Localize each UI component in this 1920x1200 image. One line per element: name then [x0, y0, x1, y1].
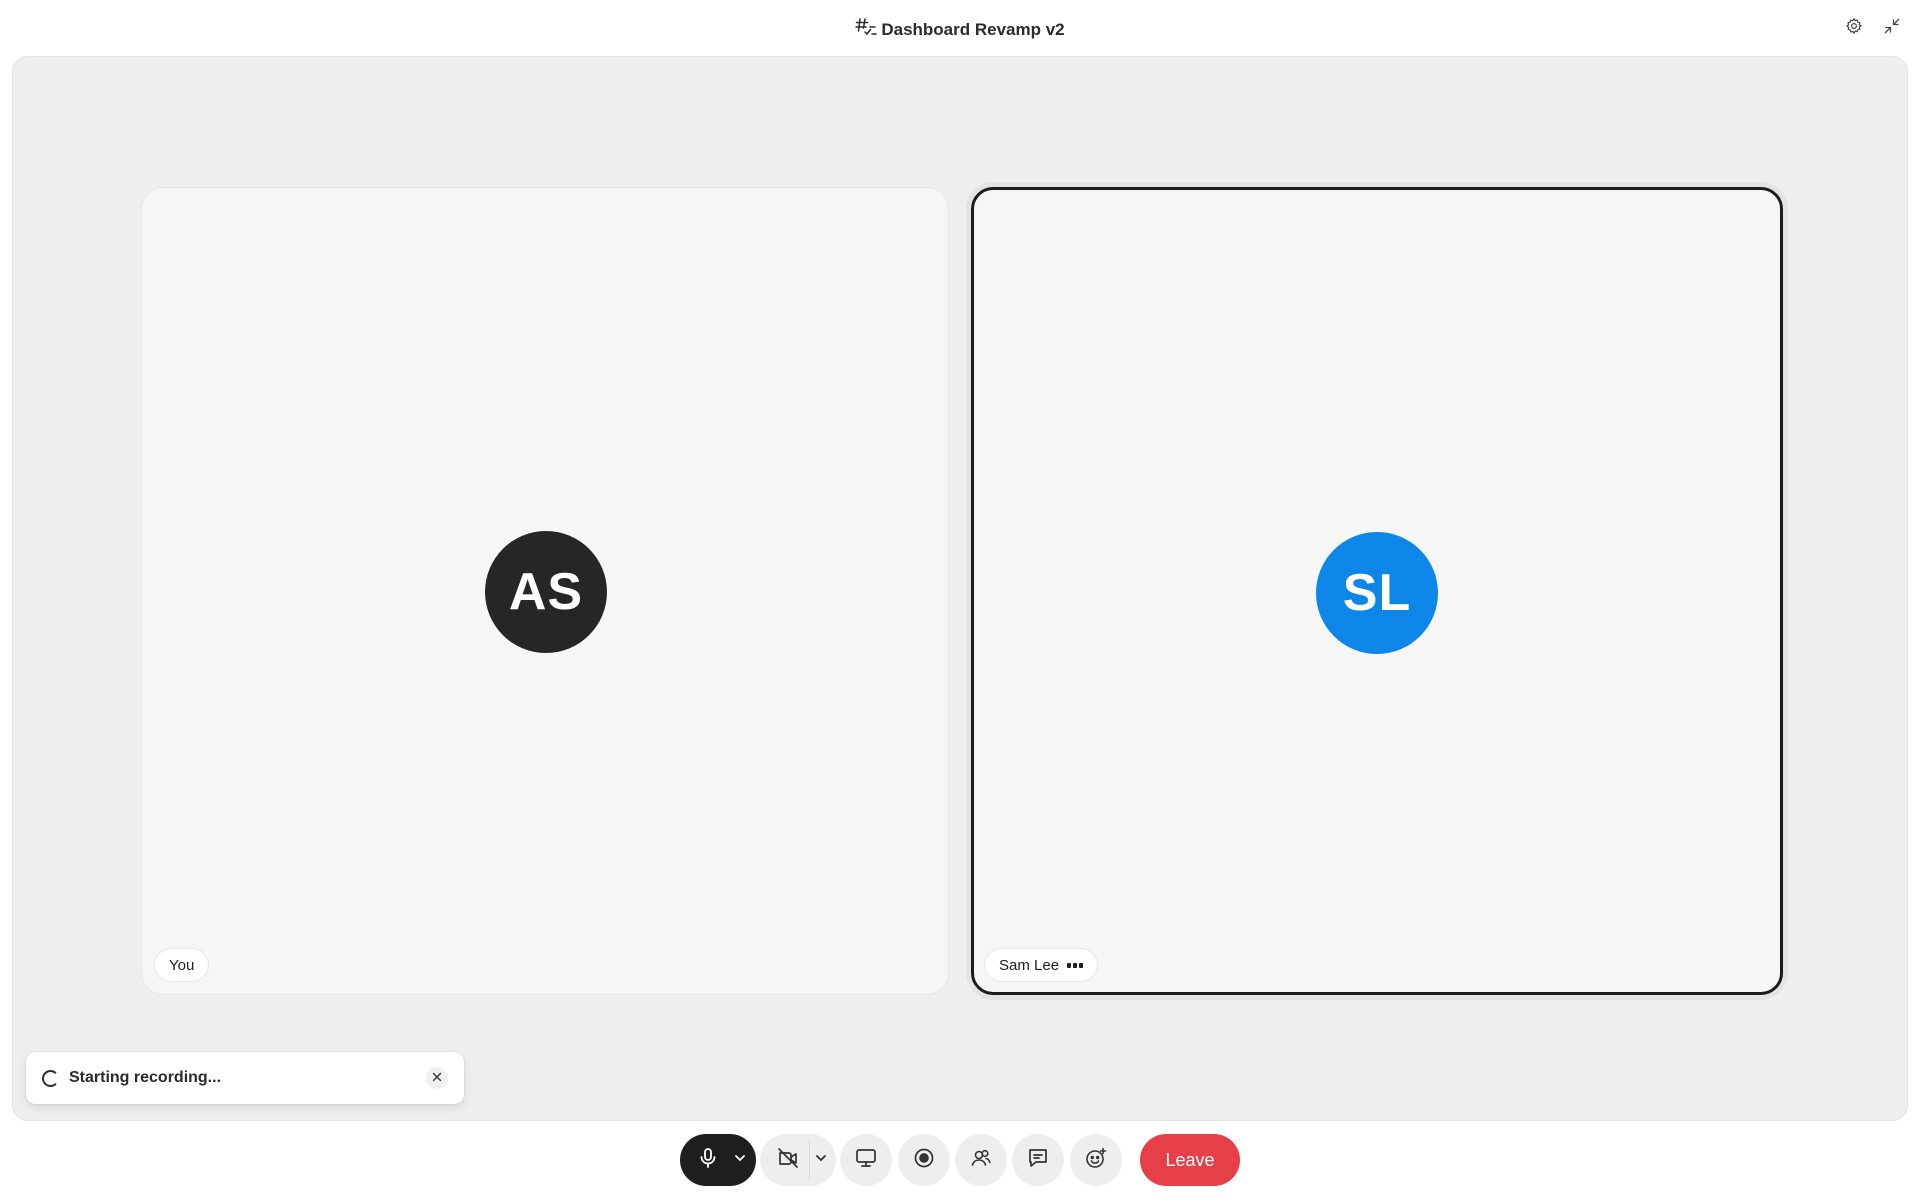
camera-control [760, 1134, 836, 1186]
chevron-down-icon [733, 1151, 747, 1170]
participant-name-tag: You [154, 948, 210, 982]
leave-label: Leave [1165, 1149, 1215, 1170]
loading-spinner-icon [42, 1069, 59, 1087]
emoji-reaction-icon [1084, 1146, 1108, 1175]
participant-tile-you[interactable]: AS You [141, 187, 949, 995]
settings-button[interactable] [1842, 16, 1866, 40]
more-dots-icon [1067, 962, 1084, 968]
chat-icon [1026, 1146, 1050, 1175]
camera-off-icon [776, 1146, 800, 1175]
add-people-icon [969, 1146, 993, 1175]
meeting-title: Dashboard Revamp v2 [881, 19, 1065, 39]
chevron-down-icon [814, 1151, 828, 1170]
participant-name-tag: Sam Lee [984, 948, 1099, 982]
window-title: Dashboard Revamp v2 [0, 16, 1920, 43]
title-bar: Dashboard Revamp v2 [0, 0, 1920, 56]
record-icon [912, 1146, 936, 1175]
participant-name: Sam Lee [999, 956, 1060, 974]
add-people-button[interactable] [955, 1134, 1007, 1186]
screen-share-icon [854, 1146, 878, 1175]
gear-icon [1845, 17, 1863, 40]
participant-name: You [169, 956, 195, 974]
call-controls: Leave [0, 1134, 1920, 1186]
minimize-arrows-icon [1883, 17, 1901, 40]
chat-button[interactable] [1012, 1134, 1064, 1186]
camera-toggle-button[interactable] [760, 1140, 810, 1180]
microphone-icon [696, 1146, 720, 1175]
audio-options-button[interactable] [730, 1134, 756, 1186]
recording-toast: Starting recording... [26, 1052, 464, 1104]
participant-tile-sam-lee[interactable]: SL Sam Lee [971, 187, 1783, 995]
microphone-control [680, 1134, 756, 1186]
avatar: AS [485, 531, 607, 653]
video-options-button[interactable] [810, 1134, 836, 1186]
call-stage: AS You SL Sam Lee [12, 56, 1908, 1121]
avatar: SL [1316, 532, 1438, 654]
toast-message: Starting recording... [69, 1069, 222, 1086]
minimize-window-button[interactable] [1880, 16, 1904, 40]
mute-button[interactable] [680, 1134, 730, 1186]
record-button[interactable] [898, 1134, 950, 1186]
huddle-channel-icon [855, 16, 878, 43]
toast-close-button[interactable] [426, 1067, 448, 1089]
leave-button[interactable]: Leave [1140, 1134, 1240, 1186]
close-icon [432, 1069, 442, 1087]
reactions-button[interactable] [1070, 1134, 1122, 1186]
share-screen-button[interactable] [840, 1134, 892, 1186]
